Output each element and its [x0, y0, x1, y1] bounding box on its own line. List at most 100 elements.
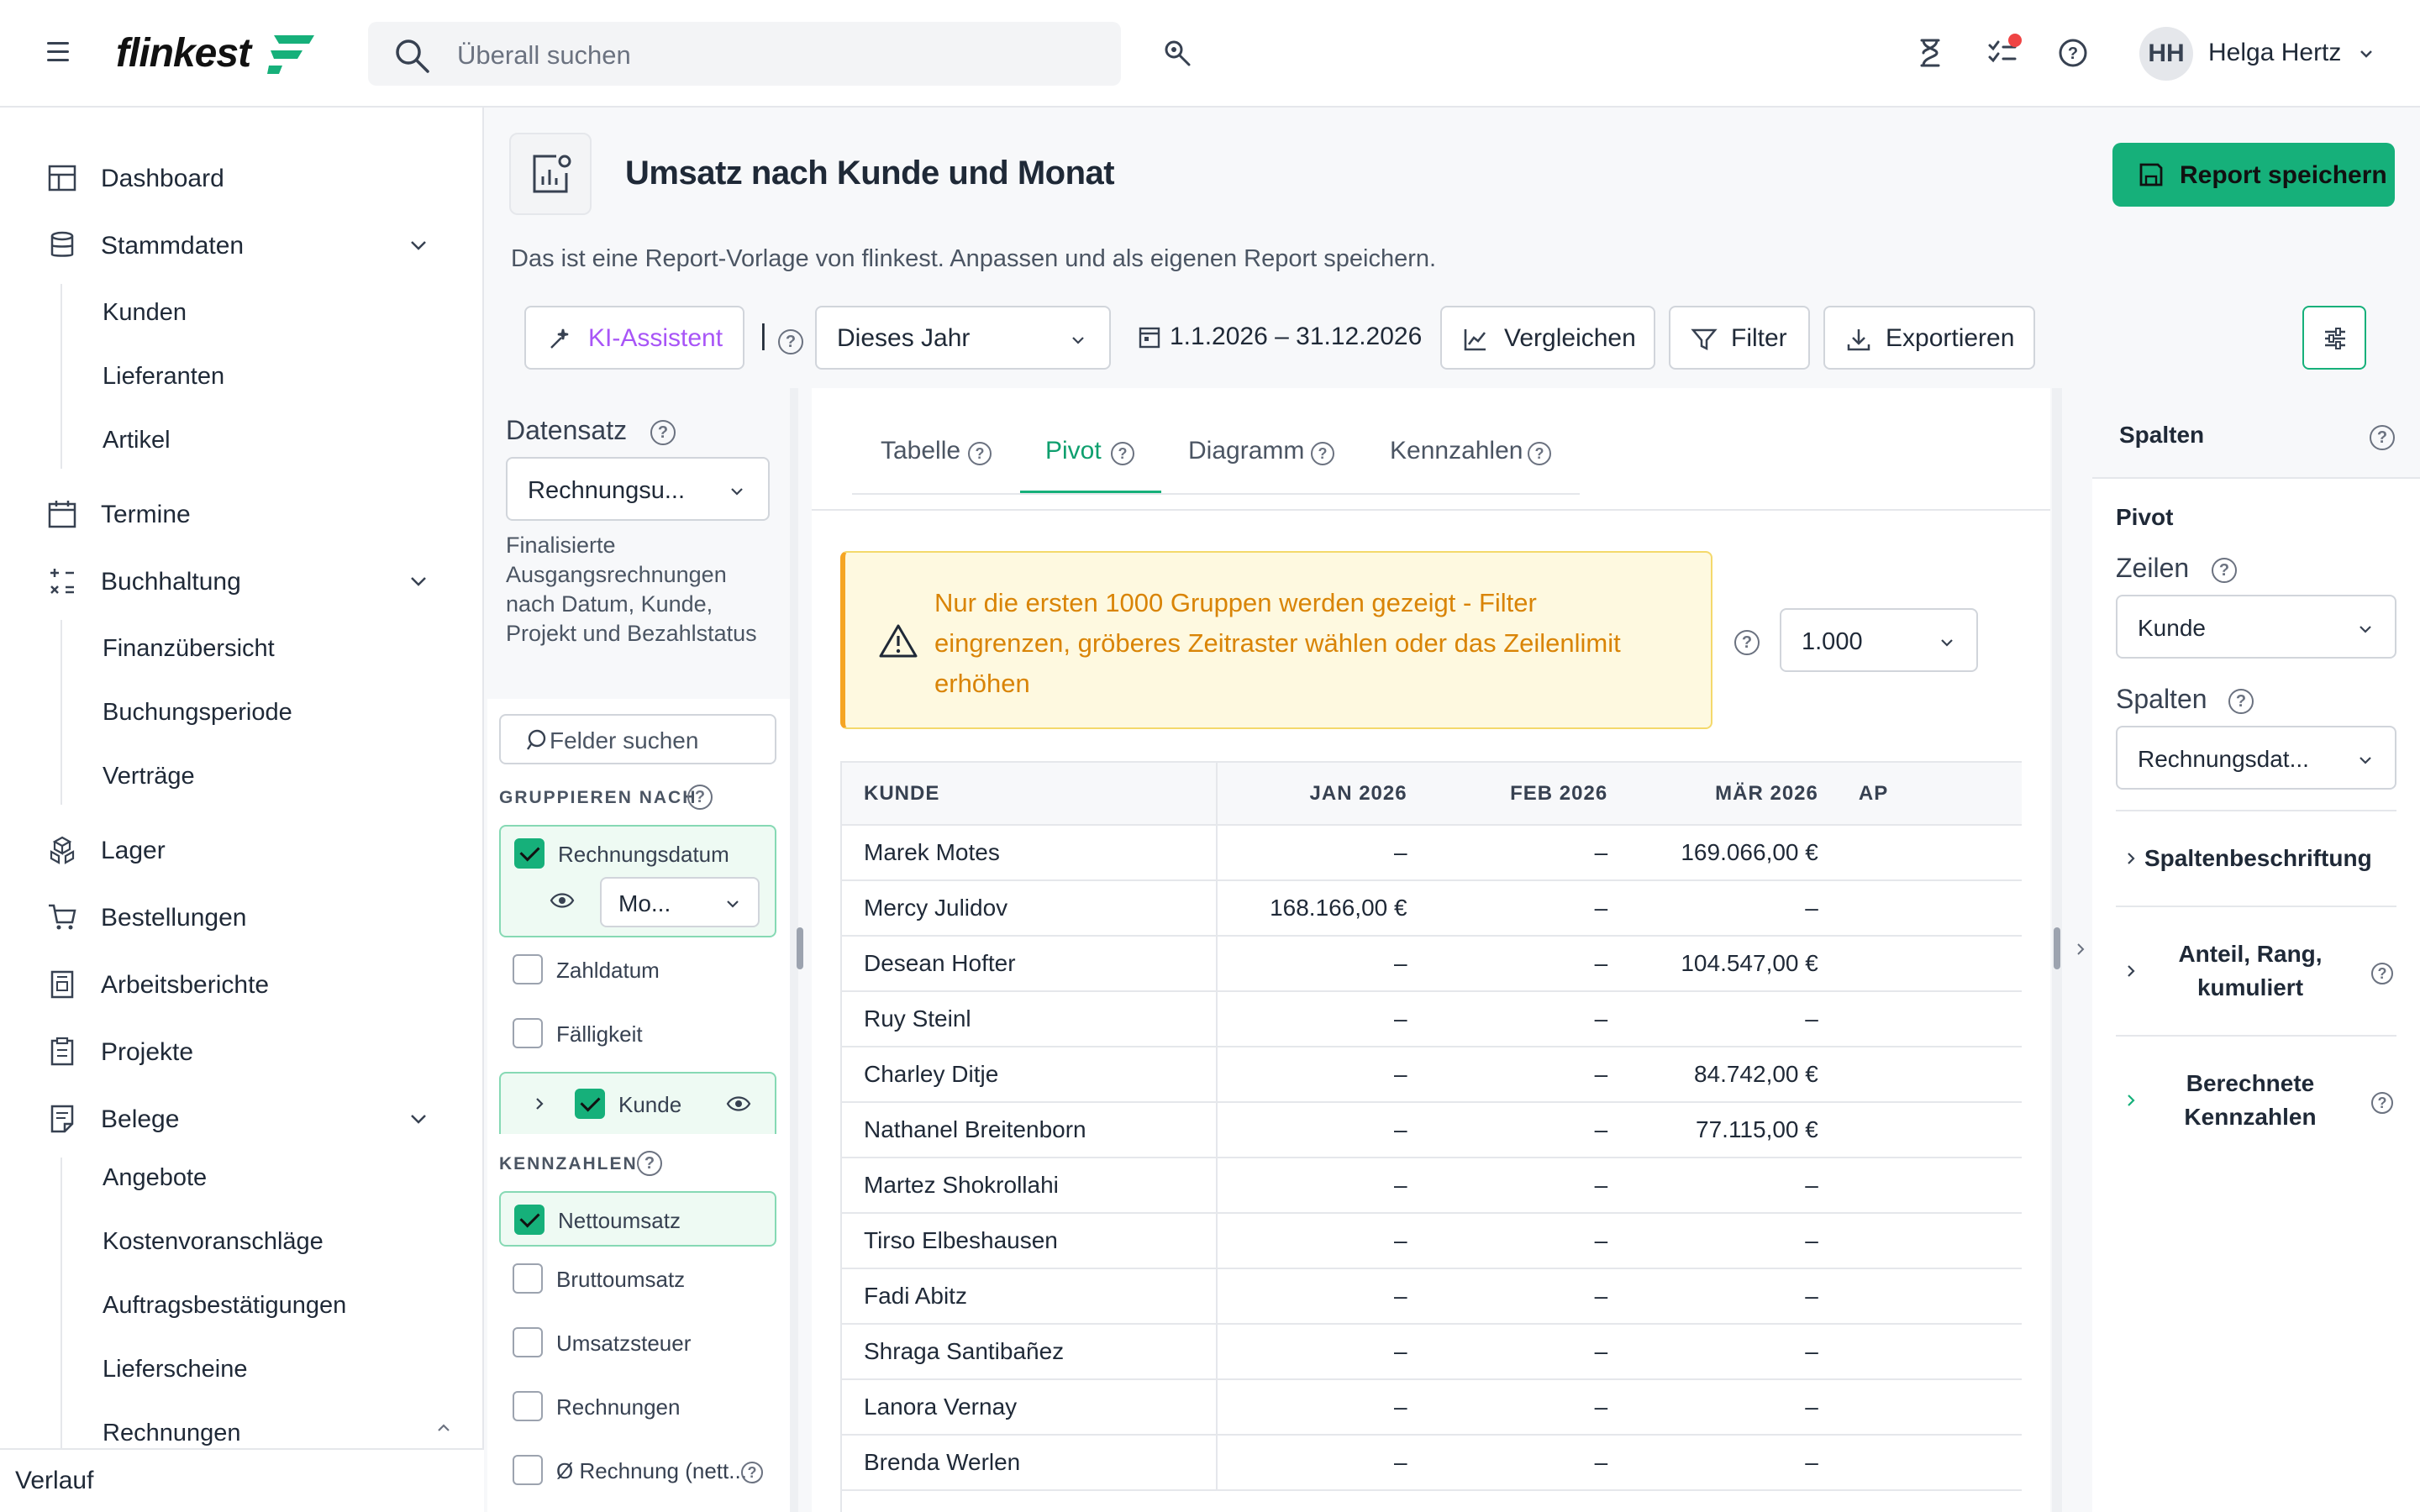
help-icon[interactable]: ? [2371, 1092, 2393, 1114]
settings-button[interactable] [2302, 306, 2366, 370]
help-icon[interactable]: ? [778, 329, 803, 354]
chevron-right-icon[interactable] [533, 1097, 546, 1110]
section-berechnete-kennzahlen[interactable]: Berechnete Kennzahlen ? [2116, 1035, 2396, 1164]
sidebar-item-auftragsbestaetigungen[interactable]: Auftragsbestätigungen [103, 1292, 346, 1320]
global-search[interactable]: Überall suchen [368, 22, 1121, 86]
user-name[interactable]: Helga Hertz [2208, 39, 2341, 67]
field-search-input[interactable]: Felder suchen [499, 714, 776, 764]
table-row[interactable]: Nathanel Breitenborn – –77.115,00 € [842, 1102, 2022, 1158]
column-header[interactable]: FEB 2026 [1427, 763, 1628, 826]
sidebar-item-projekte[interactable]: Projekte [0, 1026, 484, 1077]
sidebar-item-finanzuebersicht[interactable]: Finanzübersicht [103, 635, 275, 663]
checkbox[interactable] [513, 1327, 543, 1357]
section-anteil-rang[interactable]: Anteil, Rang, kumuliert ? [2116, 906, 2396, 1035]
help-icon[interactable]: ? [1528, 442, 1551, 465]
group-field-faelligkeit[interactable]: Fälligkeit [499, 1015, 776, 1052]
chevron-down-icon[interactable] [408, 571, 429, 591]
help-icon[interactable]: ? [1311, 442, 1334, 465]
search-input[interactable]: Überall suchen [457, 40, 631, 71]
advanced-search-icon[interactable] [1163, 39, 1192, 67]
table-row[interactable]: Tirso Elbeshausen – – – [842, 1213, 2022, 1269]
sidebar-item-buchhaltung[interactable]: Buchhaltung [0, 556, 484, 606]
chevron-down-icon[interactable] [408, 1109, 429, 1129]
metric-field-rechnungen[interactable]: Rechnungen [499, 1388, 776, 1425]
metric-field-nettoumsatz[interactable]: Nettoumsatz [499, 1191, 776, 1247]
chevron-up-icon[interactable] [435, 1420, 452, 1436]
sidebar-item-arbeitsberichte[interactable]: Arbeitsberichte [0, 959, 484, 1010]
checkbox[interactable] [513, 1018, 543, 1048]
tab-pivot[interactable]: Pivot [1045, 437, 1102, 465]
row-limit-select[interactable]: 1.000 [1780, 608, 1978, 672]
table-row[interactable]: Brenda Werlen – – – [842, 1435, 2022, 1491]
tab-diagramm[interactable]: Diagramm [1188, 437, 1304, 465]
sidebar-item-angebote[interactable]: Angebote [103, 1164, 207, 1192]
sidebar-item-rechnungen[interactable]: Rechnungen [103, 1420, 240, 1447]
avatar[interactable]: HH [2139, 27, 2193, 81]
sidebar-item-lager[interactable]: Lager [0, 825, 484, 875]
sidebar-item-stammdaten[interactable]: Stammdaten [0, 220, 484, 270]
metric-field-bruttoumsatz[interactable]: Bruttoumsatz [499, 1260, 776, 1297]
help-icon[interactable]: ? [2370, 425, 2395, 450]
export-button[interactable]: Exportieren [1823, 306, 2035, 370]
table-row[interactable]: Shraga Santibañez – – – [842, 1324, 2022, 1380]
checkbox[interactable] [513, 1455, 543, 1485]
table-row[interactable]: Lanora Vernay – – – [842, 1379, 2022, 1436]
history-bar[interactable]: Verlauf [0, 1448, 484, 1512]
sidebar-item-belege[interactable]: Belege [0, 1094, 484, 1144]
column-header[interactable]: MÄR 2026 [1628, 763, 1839, 826]
checkbox[interactable] [513, 954, 543, 984]
checkbox[interactable] [514, 838, 544, 869]
sidebar-item-termine[interactable]: Termine [0, 489, 484, 539]
table-row[interactable]: Charley Ditje – –84.742,00 € [842, 1047, 2022, 1103]
tab-tabelle[interactable]: Tabelle [881, 437, 960, 465]
help-icon[interactable]: ? [968, 442, 992, 465]
compare-button[interactable]: Vergleichen [1440, 306, 1655, 370]
help-icon[interactable]: ? [650, 420, 676, 445]
checkbox[interactable] [513, 1263, 543, 1294]
help-icon[interactable]: ? [637, 1151, 662, 1176]
sidebar-item-kunden[interactable]: Kunden [103, 299, 187, 327]
logo[interactable]: flinkest [116, 30, 251, 76]
group-field-zahldatum[interactable]: Zahldatum [499, 951, 776, 988]
table-row[interactable]: Marek Motes – –169.066,00 € [842, 825, 2022, 881]
resize-handle[interactable] [2054, 927, 2060, 969]
help-icon[interactable]: ? [2228, 689, 2254, 714]
rows-select[interactable]: Kunde [2116, 595, 2396, 659]
table-row[interactable]: Desean Hofter – –104.547,00 € [842, 936, 2022, 992]
eye-icon[interactable] [726, 1094, 751, 1114]
checkbox[interactable] [513, 1391, 543, 1421]
filter-button[interactable]: Filter [1669, 306, 1810, 370]
chevron-down-icon[interactable] [2358, 45, 2375, 62]
sidebar-item-vertraege[interactable]: Verträge [103, 763, 195, 790]
sidebar-item-buchungsperiode[interactable]: Buchungsperiode [103, 699, 292, 727]
hourglass-icon[interactable] [1914, 37, 1946, 69]
help-icon[interactable]: ? [1111, 442, 1134, 465]
column-header[interactable]: AP [1838, 763, 2022, 826]
help-icon[interactable]: ? [2057, 37, 2089, 69]
sidebar-item-dashboard[interactable]: Dashboard [0, 153, 484, 203]
date-granularity-select[interactable]: Mo... [600, 877, 760, 927]
menu-icon[interactable] [47, 42, 69, 61]
sidebar-item-bestellungen[interactable]: Bestellungen [0, 892, 484, 942]
help-icon[interactable]: ? [1734, 630, 1760, 655]
metric-field-avg-rechnung[interactable]: Ø Rechnung (nett... [499, 1452, 776, 1488]
section-spaltenbeschriftung[interactable]: Spaltenbeschriftung [2116, 810, 2396, 906]
chevron-down-icon[interactable] [408, 235, 429, 255]
ai-assistant-button[interactable]: KI-Assistent [524, 306, 744, 370]
eye-icon[interactable] [550, 890, 575, 911]
tab-kennzahlen[interactable]: Kennzahlen [1390, 437, 1523, 465]
checkbox[interactable] [514, 1205, 544, 1235]
metric-field-umsatzsteuer[interactable]: Umsatzsteuer [499, 1324, 776, 1361]
column-header[interactable]: KUNDE [842, 763, 1218, 826]
save-report-button[interactable]: Report speichern [2112, 143, 2395, 207]
table-row[interactable]: Martez Shokrollahi – – – [842, 1158, 2022, 1214]
table-row[interactable]: Mercy Julidov 168.166,00 € – – [842, 880, 2022, 937]
columns-select[interactable]: Rechnungsdat... [2116, 726, 2396, 790]
help-icon[interactable]: ? [2212, 558, 2237, 583]
dataset-select[interactable]: Rechnungsu... [506, 457, 770, 521]
column-header[interactable]: JAN 2026 [1216, 763, 1428, 826]
resize-handle[interactable] [797, 927, 803, 969]
sidebar-item-kostenvoranschlaege[interactable]: Kostenvoranschläge [103, 1228, 324, 1256]
help-icon[interactable]: ? [741, 1462, 763, 1483]
checkbox[interactable] [575, 1089, 605, 1119]
